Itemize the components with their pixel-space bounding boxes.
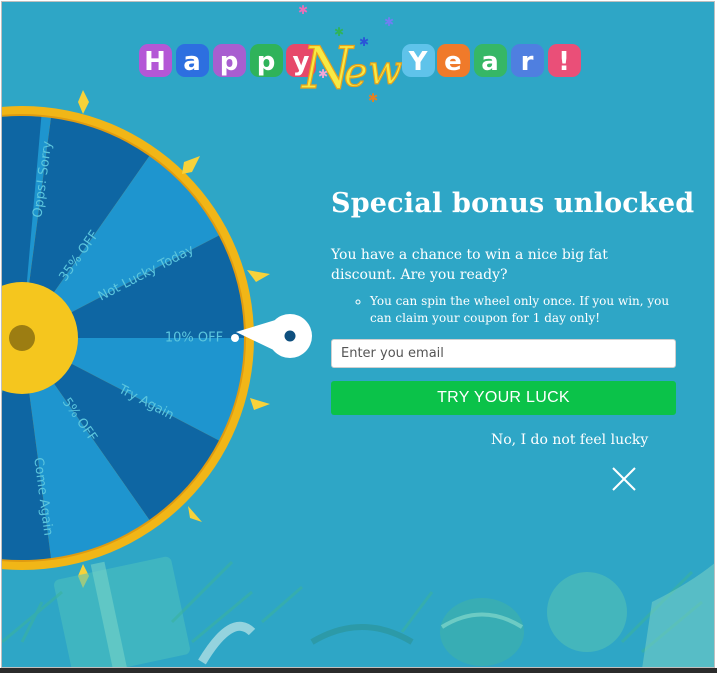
banner-letter: !	[558, 47, 570, 77]
svg-text:✱: ✱	[368, 91, 378, 105]
wheel-hub-center	[9, 325, 35, 351]
decline-link[interactable]: No, I do not feel lucky	[491, 432, 648, 448]
banner-letter: p	[257, 47, 276, 77]
svg-text:✱: ✱	[359, 35, 369, 49]
rules-list-item: You can spin the wheel only once. If you…	[370, 293, 690, 327]
banner-letter: r	[521, 47, 534, 77]
svg-text:✱: ✱	[318, 67, 328, 81]
banner-letter: w	[368, 48, 402, 94]
bottom-bar	[0, 668, 717, 673]
banner-letter: p	[220, 47, 239, 77]
banner-letter: e	[344, 50, 368, 96]
email-field[interactable]	[331, 339, 676, 368]
banner-letter: a	[183, 47, 201, 77]
banner-letter: H	[144, 47, 166, 77]
holiday-decoration	[2, 556, 714, 667]
banner-letter: Y	[408, 47, 429, 77]
banner-letter: e	[444, 47, 462, 77]
svg-text:✱: ✱	[334, 25, 344, 39]
svg-text:✱: ✱	[298, 3, 308, 17]
wheel-segment-label: 10% OFF	[165, 331, 223, 346]
try-your-luck-button[interactable]: TRY YOUR LUCK	[331, 381, 676, 415]
svg-text:✱: ✱	[384, 15, 394, 29]
description-text: You have a chance to win a nice big fat …	[331, 247, 608, 283]
page-title: Special bonus unlocked	[331, 188, 695, 219]
banner-letter: a	[481, 47, 499, 77]
close-icon[interactable]	[610, 465, 638, 493]
spin-wheel[interactable]: 35% OFFNot Lucky Today10% OFFTry Again5%…	[2, 82, 322, 602]
rules-list: You can spin the wheel only once. If you…	[354, 293, 690, 327]
spin-wheel-popup: H a p p y Y e a r ! N e w ✱ ✱ ✱ ✱ ✱ ✱ 35…	[1, 1, 715, 668]
